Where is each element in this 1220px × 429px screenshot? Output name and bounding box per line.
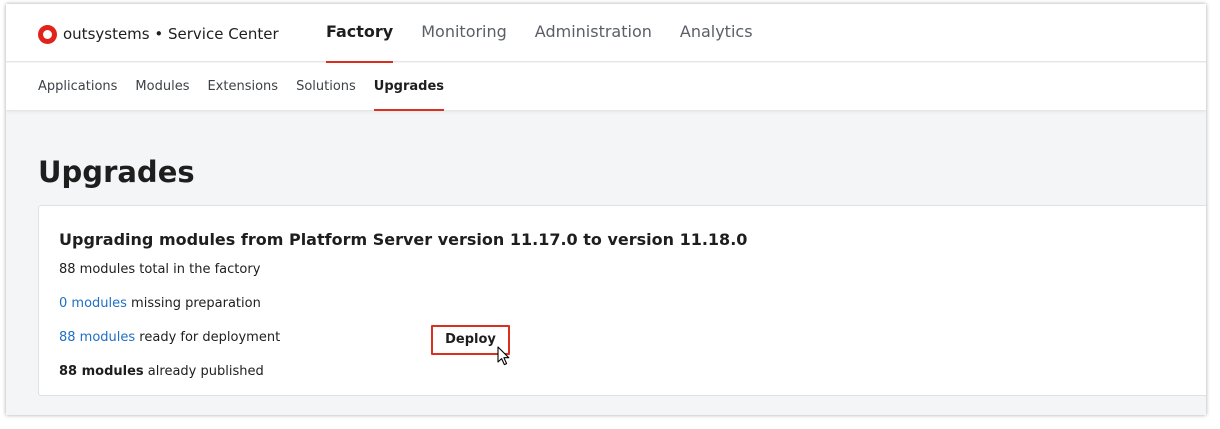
main-navigation: Factory Monitoring Administration Analyt… xyxy=(326,4,781,63)
outsystems-logo-icon xyxy=(38,24,57,44)
service-center-window: outsystems • Service Center Factory Moni… xyxy=(6,4,1206,415)
already-published-line: 88 modules already published xyxy=(59,364,264,379)
missing-preparation-link[interactable]: 0 modules xyxy=(59,296,127,311)
sub-navigation: Applications Modules Extensions Solution… xyxy=(6,63,1206,111)
ready-deployment-line: 88 modules ready for deployment xyxy=(59,330,280,345)
ready-deployment-link[interactable]: 88 modules xyxy=(59,330,135,345)
sub-tabs: Applications Modules Extensions Solution… xyxy=(38,63,462,111)
already-published-count: 88 modules xyxy=(59,364,144,379)
subtab-extensions[interactable]: Extensions xyxy=(207,63,278,111)
modules-total-text: 88 modules total in the factory xyxy=(59,262,261,277)
mouse-pointer-icon xyxy=(497,346,510,366)
missing-preparation-text: missing preparation xyxy=(126,296,261,311)
brand-logo[interactable]: outsystems • Service Center xyxy=(38,24,279,44)
tab-factory[interactable]: Factory xyxy=(326,4,394,63)
upgrade-card-title: Upgrading modules from Platform Server v… xyxy=(59,230,748,249)
already-published-text: already published xyxy=(143,364,264,379)
product-name: Service Center xyxy=(168,25,279,43)
top-header: outsystems • Service Center Factory Moni… xyxy=(6,4,1206,63)
tab-administration[interactable]: Administration xyxy=(535,4,652,62)
subtab-applications[interactable]: Applications xyxy=(38,63,117,111)
brand-name: outsystems xyxy=(63,25,150,43)
missing-preparation-line: 0 modules missing preparation xyxy=(59,296,261,311)
subtab-modules[interactable]: Modules xyxy=(135,63,189,111)
brand-text: outsystems • Service Center xyxy=(63,25,279,43)
ready-deployment-text: ready for deployment xyxy=(135,330,281,345)
subtab-upgrades[interactable]: Upgrades xyxy=(373,63,445,111)
tab-analytics[interactable]: Analytics xyxy=(680,4,753,62)
brand-separator: • xyxy=(149,25,168,43)
page-title: Upgrades xyxy=(38,155,195,189)
tab-monitoring[interactable]: Monitoring xyxy=(421,4,507,62)
subtab-solutions[interactable]: Solutions xyxy=(296,63,356,111)
upgrade-card: Upgrading modules from Platform Server v… xyxy=(38,205,1206,396)
